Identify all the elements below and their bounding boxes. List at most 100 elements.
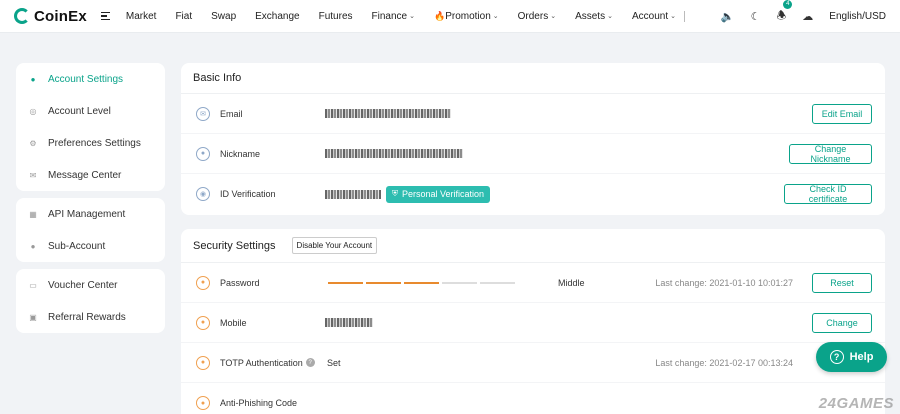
logo[interactable]: CoinEx [14,8,87,25]
nav-assets[interactable]: Assets ⌄ [575,11,613,22]
level-icon: ◎ [29,106,37,116]
id-verification-row: ◉ ID Verification ⛨ Personal Verification… [181,174,885,214]
nickname-row: ● Nickname Change Nickname [181,134,885,174]
sidebar-item-message-center[interactable]: ✉ Message Center [16,159,165,191]
chevron-down-icon: ⌄ [492,13,499,20]
phone-icon: ● [196,315,210,330]
nav-market[interactable]: Market [126,11,157,22]
nav-orders-label: Orders [517,10,549,22]
password-label: Password [220,277,260,288]
strength-segment [480,281,515,284]
sidebar-item-preferences[interactable]: ⚙ Preferences Settings [16,127,165,159]
nav-promotion-label: Promotion [445,10,491,22]
brand-name: CoinEx [34,7,87,25]
nav-icons: 🔈 ☾ 🕭 4 ☁ English/USD [705,0,886,26]
nav-menu: Market Fiat Swap Exchange Futures Financ… [126,10,699,22]
speaker-icon[interactable]: 🔈 [721,10,735,23]
sidebar-item-account-settings[interactable]: ● Account Settings [16,63,165,95]
email-row: ✉ Email Edit Email [181,94,885,134]
chevron-down-icon: ⌄ [409,13,415,20]
message-icon: ✉ [29,170,37,180]
sidebar-item-api-management[interactable]: ▦ API Management [16,198,165,230]
totp-last-change: Last change: 2021-02-17 00:13:24 [655,357,793,368]
sidebar-item-label: Sub-Account [48,240,106,252]
strength-segment [328,281,363,284]
language-selector[interactable]: English/USD [829,11,886,22]
api-icon: ▦ [29,209,37,219]
edit-email-button[interactable]: Edit Email [812,103,872,124]
nickname-icon: ● [196,146,210,161]
anti-phishing-label: Anti-Phishing Code [220,398,298,408]
basic-info-title: Basic Info [181,63,885,94]
reset-password-button[interactable]: Reset [812,272,872,293]
strength-segment [366,281,401,284]
change-nickname-button[interactable]: Change Nickname [789,143,872,164]
id-value-redacted [325,189,381,199]
user-icon: ● [30,74,36,84]
check-id-certificate-button[interactable]: Check ID certificate [784,184,872,204]
menu-icon[interactable] [100,11,110,21]
bell-icon[interactable]: 🕭 4 [776,0,793,26]
gift-icon: ▣ [29,312,37,322]
nav-account-label: Account [631,10,669,22]
anti-phishing-icon: ● [196,396,210,410]
id-icon: ◉ [196,187,210,201]
nav-divider [683,10,685,22]
nav-account[interactable]: Account ⌄ [632,11,676,22]
nav-fiat[interactable]: Fiat [175,11,192,22]
sub-account-icon: ● [30,241,36,251]
sidebar-item-label: Message Center [48,169,122,181]
totp-status: Set [327,357,341,368]
nav-finance-label: Finance [371,10,408,22]
sidebar-item-label: Preferences Settings [48,137,141,149]
question-icon[interactable]: ? [305,358,315,367]
nav-finance[interactable]: Finance ⌄ [372,11,415,22]
sidebar-item-referral-rewards[interactable]: ▣ Referral Rewards [16,301,165,333]
nav-assets-label: Assets [575,10,606,22]
nav-promotion[interactable]: 🔥 Promotion ⌄ [434,11,499,22]
question-circle-icon: ? [829,350,844,364]
basic-info-card: Basic Info ✉ Email Edit Email ● Nickname… [181,63,885,215]
security-settings-card: Security Settings Disable Your Account ●… [181,229,885,414]
fire-icon: 🔥 [433,10,446,21]
nav-orders[interactable]: Orders ⌄ [518,11,556,22]
authenticator-icon: ● [196,355,210,370]
personal-verification-label: Personal Verification [402,189,485,199]
nav-exchange[interactable]: Exchange [255,11,299,22]
settings-icon: ⚙ [29,138,37,148]
sidebar-item-account-level[interactable]: ◎ Account Level [16,95,165,127]
sidebar-item-label: Voucher Center [48,279,118,291]
chevron-down-icon: ⌄ [670,13,676,20]
nav-swap[interactable]: Swap [211,11,236,22]
password-last-change: Last change: 2021-01-10 10:01:27 [655,277,793,288]
help-button[interactable]: ? Help [816,342,887,372]
lock-icon: ● [196,275,210,290]
sidebar-item-sub-account[interactable]: ● Sub-Account [16,230,165,262]
mobile-row: ● Mobile Change [181,303,885,343]
security-title: Security Settings [193,239,276,252]
sidebar-group-account: ● Account Settings ◎ Account Level ⚙ Prefer… [16,63,165,191]
nickname-value-redacted [325,149,463,158]
id-verification-label: ID Verification [220,189,276,199]
disable-account-button[interactable]: Disable Your Account [291,237,378,254]
moon-icon[interactable]: ☾ [751,10,761,23]
voucher-icon: ▭ [29,280,37,290]
nav-futures[interactable]: Futures [319,11,353,22]
strength-segment [404,281,439,284]
chevron-down-icon: ⌄ [550,13,557,20]
personal-verification-badge: ⛨ Personal Verification [386,185,491,203]
watermark: 24GAMES [818,395,894,412]
coinex-logo-icon [14,8,30,24]
help-label: Help [849,351,874,363]
change-mobile-button[interactable]: Change [812,312,872,333]
totp-label-wrap: TOTP Authentication? [220,358,315,368]
sidebar-group-api: ▦ API Management ● Sub-Account [16,198,165,262]
sidebar-item-label: API Management [48,208,126,220]
mobile-value-redacted [325,318,373,327]
email-icon: ✉ [196,106,210,121]
nickname-label: Nickname [220,148,261,159]
sidebar-item-voucher-center[interactable]: ▭ Voucher Center [16,269,165,301]
password-strength-bar [328,281,515,284]
shield-check-icon: ⛨ [392,189,398,198]
download-icon[interactable]: ☁ [802,10,813,23]
